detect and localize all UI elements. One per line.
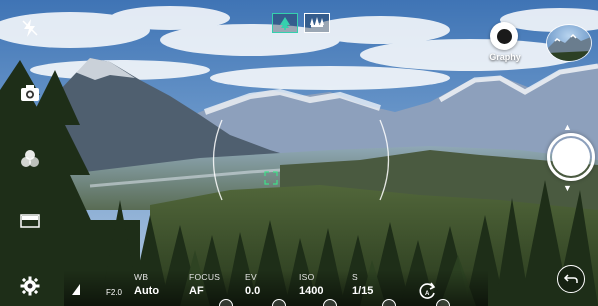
focus-slider-knob[interactable] (272, 299, 286, 306)
auto-reset-icon[interactable]: A (418, 281, 438, 301)
ev-slider-knob[interactable] (323, 299, 337, 306)
graphy-button[interactable] (490, 22, 518, 50)
back-button[interactable] (557, 265, 585, 293)
shutter-button[interactable] (547, 133, 595, 181)
focus-control[interactable]: FOCUS AF (189, 272, 220, 297)
iso-value: 1400 (299, 285, 324, 297)
shade-icon (72, 284, 80, 295)
gallery-thumbnail[interactable] (546, 24, 592, 62)
iso-label: ISO (299, 272, 315, 282)
graphy-label: Graphy (489, 52, 521, 62)
camera-viewfinder[interactable]: Graphy ▲ ▼ F2.0 WB Auto FOCUS AF EV 0.0 … (0, 0, 598, 306)
iso-control[interactable]: ISO 1400 (299, 272, 323, 297)
standard-lens-button[interactable] (272, 13, 298, 33)
ev-value: 0.0 (245, 285, 261, 297)
wb-label: WB (134, 272, 149, 282)
shutter-speed-value: 1/15 (352, 285, 374, 297)
flash-off-icon[interactable] (14, 12, 46, 44)
ev-control[interactable]: EV 0.0 (245, 272, 260, 297)
iso-slider-knob[interactable] (382, 299, 396, 306)
filter-icon[interactable] (14, 143, 46, 175)
gallery-strip-icon[interactable] (14, 205, 46, 237)
svg-text:A: A (425, 291, 430, 297)
lens-toggle (272, 13, 330, 33)
chevron-up-icon: ▲ (563, 122, 572, 132)
settings-icon[interactable] (14, 270, 46, 302)
graphy-icon (496, 28, 512, 44)
shutter-speed-control[interactable]: S 1/15 (352, 272, 373, 297)
wide-lens-button[interactable] (304, 13, 330, 33)
ev-label: EV (245, 272, 257, 282)
shutter-speed-label: S (352, 272, 358, 282)
wb-slider-knob[interactable] (219, 299, 233, 306)
single-tree-icon (280, 17, 290, 30)
group-of-people-icon (310, 17, 324, 27)
wb-value: Auto (134, 285, 160, 297)
camera-mode-icon[interactable] (14, 77, 46, 109)
focus-value: AF (189, 285, 204, 297)
chevron-down-icon: ▼ (563, 183, 572, 193)
wb-control[interactable]: WB Auto (134, 272, 159, 297)
shutter-speed-slider-knob[interactable] (436, 299, 450, 306)
back-arrow-icon (563, 274, 578, 283)
aperture-value: F2.0 (106, 288, 123, 297)
focus-label: FOCUS (189, 272, 221, 282)
